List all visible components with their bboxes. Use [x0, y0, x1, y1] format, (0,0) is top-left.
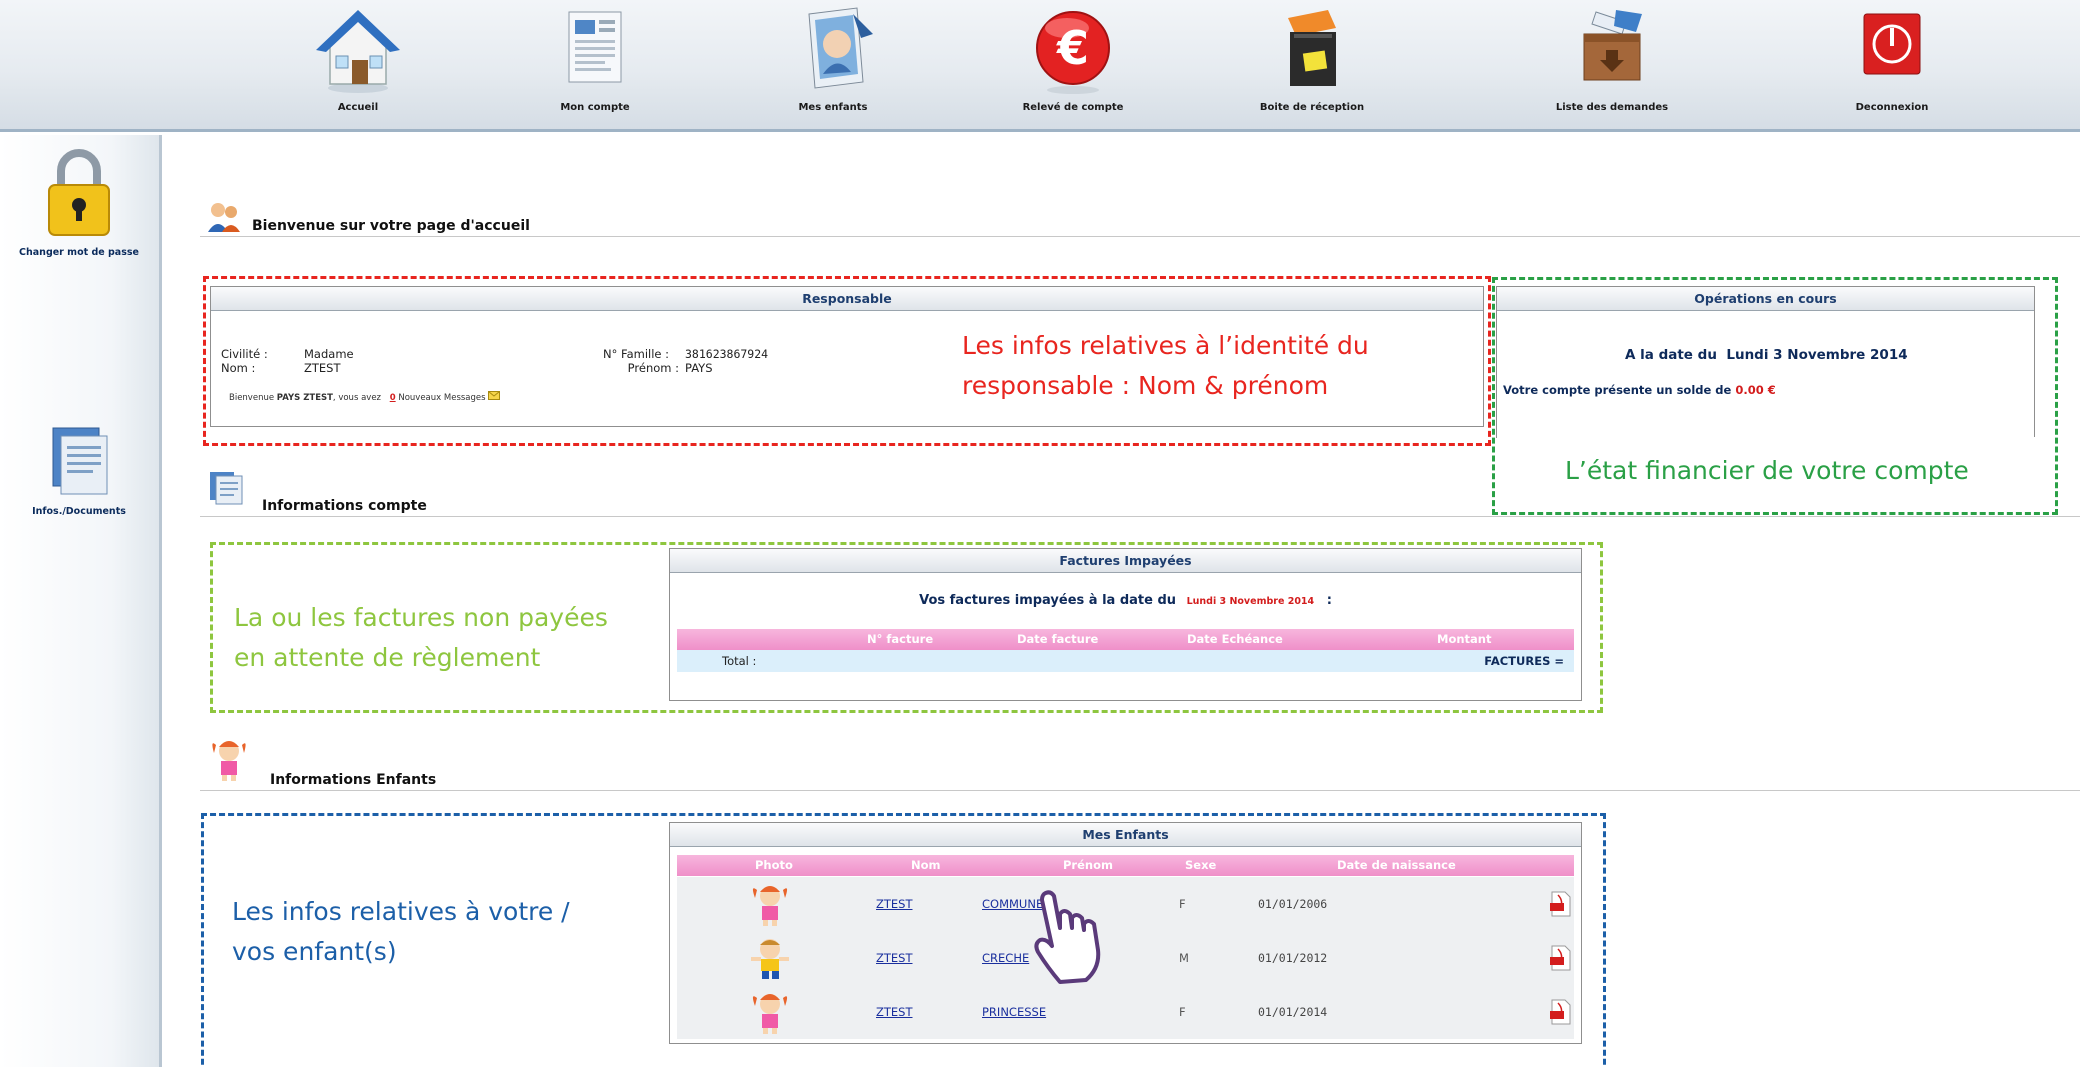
section-title-children: Informations Enfants [270, 772, 437, 788]
sidebar-item-label: Changer mot de passe [19, 247, 139, 258]
sidebar-item-infos-documents[interactable]: Infos./Documents [0, 420, 158, 517]
people-icon [208, 203, 240, 232]
child-icon [212, 741, 246, 781]
svg-text:€: € [1056, 21, 1089, 75]
top-navigation-bar: Accueil Mon compte Mes enfants € Relevé … [0, 0, 2080, 132]
annotation-finance: L’état financier de votre compte [1565, 456, 1969, 485]
nav-label: Relevé de compte [1022, 102, 1124, 113]
left-sidebar: Changer mot de passe Infos./Documents [0, 135, 162, 1067]
nav-item-releve-de-compte[interactable]: € Relevé de compte [983, 4, 1163, 113]
requests-box-icon [1583, 10, 1642, 81]
divider [200, 236, 2080, 237]
nav-label: Mes enfants [798, 102, 868, 113]
nav-label: Deconnexion [1855, 102, 1929, 113]
power-icon [1863, 13, 1921, 75]
annotation-factures: La ou les factures non payées en attente… [234, 598, 608, 678]
annotation-line: Les infos relatives à l’identité du [962, 331, 1369, 360]
nav-item-mes-enfants[interactable]: Mes enfants [743, 4, 923, 113]
euro-icon: € [1036, 11, 1110, 94]
annotation-line: vos enfant(s) [232, 937, 397, 966]
sidebar-item-changer-mot-de-passe[interactable]: Changer mot de passe [0, 145, 158, 258]
nav-item-liste-des-demandes[interactable]: Liste des demandes [1522, 4, 1702, 113]
account-info-icon [210, 472, 243, 505]
nav-label: Mon compte [560, 102, 630, 113]
nav-item-mon-compte[interactable]: Mon compte [505, 4, 685, 113]
annotation-line: responsable : Nom & prénom [962, 371, 1329, 400]
section-title-account: Informations compte [262, 498, 427, 514]
nav-label: Boite de réception [1259, 102, 1365, 113]
annotation-line: La ou les factures non payées [234, 603, 608, 632]
sidebar-item-label: Infos./Documents [32, 506, 126, 517]
divider [200, 790, 2080, 791]
annotation-line: Les infos relatives à votre / [232, 897, 570, 926]
nav-item-boite-de-reception[interactable]: Boite de réception [1222, 4, 1402, 113]
screenshot-root: Accueil Mon compte Mes enfants € Relevé … [0, 0, 2080, 1067]
photo-icon [808, 7, 873, 89]
house-icon [316, 10, 400, 93]
annotation-responsable: Les infos relatives à l’identité du resp… [962, 326, 1369, 406]
nav-item-accueil[interactable]: Accueil [268, 4, 448, 113]
nav-label: Liste des demandes [1555, 102, 1669, 113]
divider [200, 516, 2080, 517]
nav-label: Accueil [337, 102, 379, 113]
inbox-icon [1288, 10, 1336, 86]
documents-icon [52, 427, 108, 495]
nav-item-deconnexion[interactable]: Deconnexion [1802, 4, 1982, 113]
annotation-enfants: Les infos relatives à votre / vos enfant… [232, 892, 570, 972]
padlock-icon [48, 149, 110, 236]
annotation-line: en attente de règlement [234, 643, 541, 672]
document-icon [568, 11, 622, 83]
section-title-welcome: Bienvenue sur votre page d'accueil [252, 218, 530, 234]
